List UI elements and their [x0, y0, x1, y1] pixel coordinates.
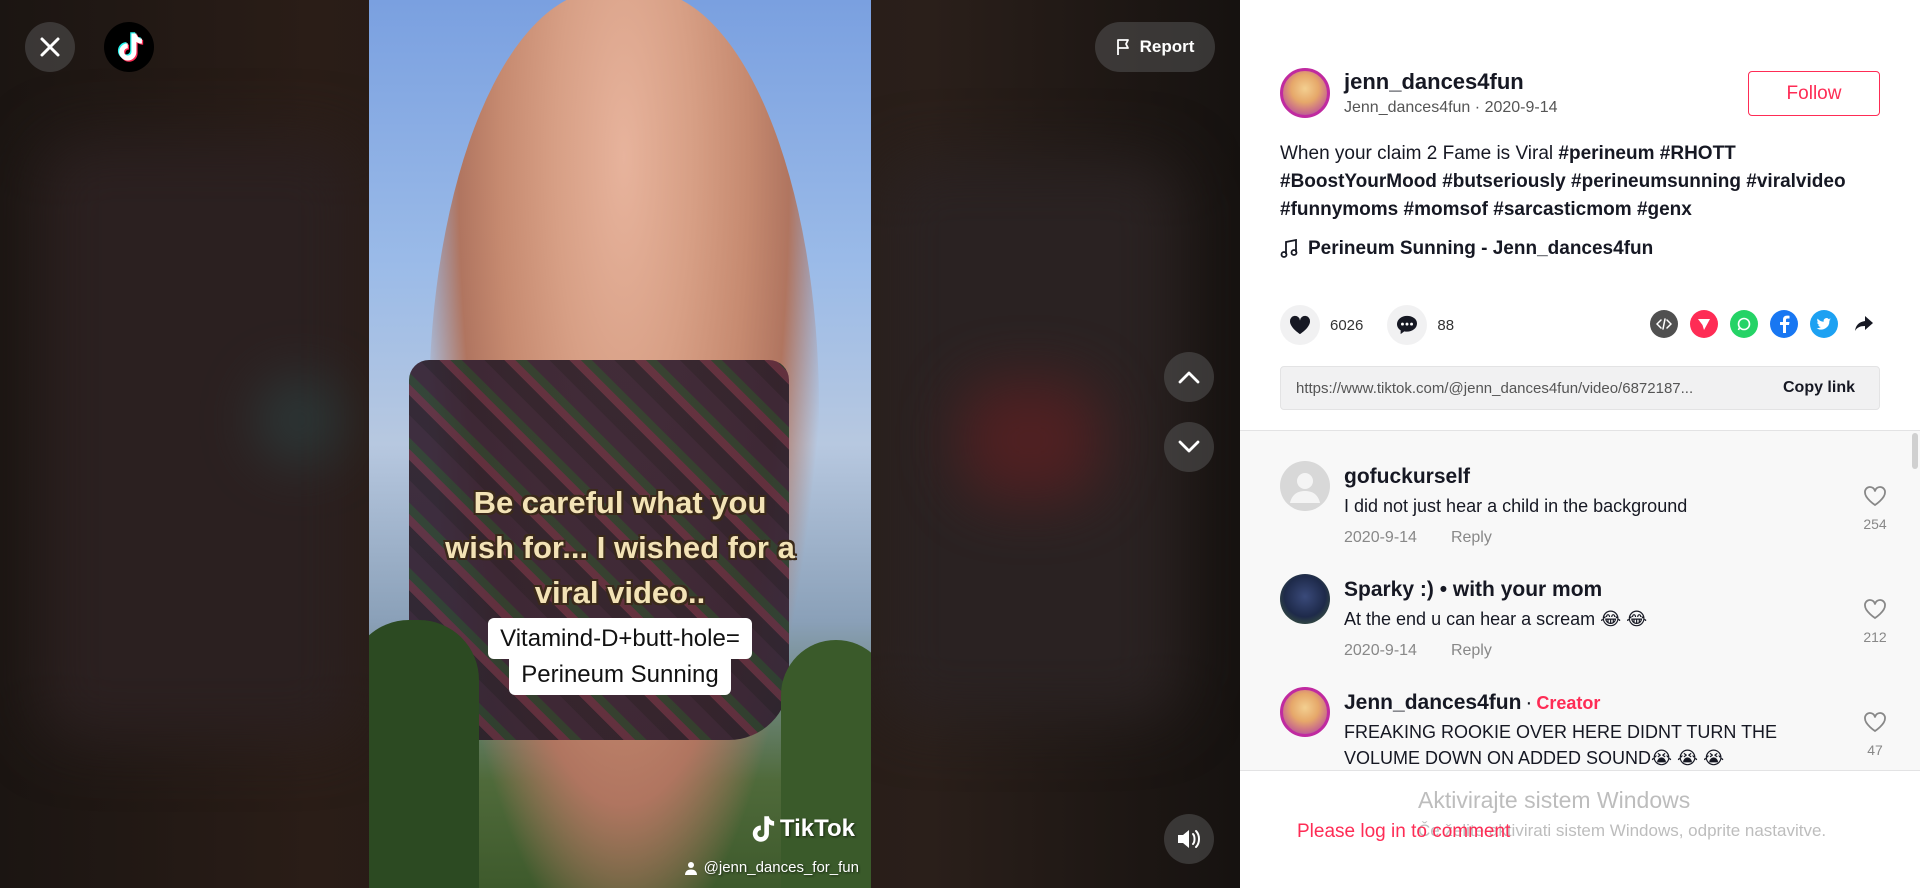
- music-link[interactable]: Perineum Sunning - Jenn_dances4fun: [1280, 238, 1653, 260]
- author-info[interactable]: jenn_dances4fun Jenn_dances4fun · 2020-9…: [1280, 68, 1558, 118]
- author-display-name: Jenn_dances4fun: [1344, 99, 1471, 116]
- chevron-up-icon: [1178, 371, 1200, 384]
- close-button[interactable]: [25, 22, 75, 72]
- watermark-user: @jenn_dances_for_fun: [684, 859, 859, 876]
- reply-button[interactable]: Reply: [1451, 642, 1492, 660]
- video-frame[interactable]: Be careful what you wish for... I wished…: [369, 0, 871, 888]
- hashtag[interactable]: #funnymoms: [1280, 199, 1398, 220]
- login-bar: Aktivirajte sistem Windows Če želite akt…: [1240, 770, 1920, 888]
- reply-button[interactable]: Reply: [1451, 529, 1492, 547]
- comment-username[interactable]: Jenn_dances4fun: [1344, 691, 1521, 714]
- comment-like-icon[interactable]: [1863, 485, 1887, 507]
- video-caption-line-2: wish for... I wished for a: [445, 530, 795, 565]
- comments-list[interactable]: gofuckurself I did not just hear a child…: [1240, 430, 1920, 770]
- hashtag[interactable]: #RHOTT: [1660, 143, 1736, 164]
- user-icon: [684, 861, 697, 875]
- scrollbar[interactable]: [1912, 433, 1918, 469]
- share-actions: [1650, 310, 1878, 338]
- separator-dot: ·: [1474, 99, 1485, 116]
- music-note-icon: [1280, 239, 1298, 258]
- hashtag[interactable]: #genx: [1637, 199, 1692, 220]
- comment-username-row: Jenn_dances4fun · Creator: [1344, 691, 1814, 715]
- author-username[interactable]: jenn_dances4fun: [1344, 69, 1558, 95]
- volume-icon: [1178, 830, 1200, 848]
- comment-avatar[interactable]: [1280, 461, 1330, 511]
- watermark-username: @jenn_dances_for_fun: [703, 859, 859, 876]
- next-video-button[interactable]: [1164, 422, 1214, 472]
- hashtag[interactable]: #perineumsunning: [1571, 171, 1741, 192]
- video-link-url[interactable]: https://www.tiktok.com/@jenn_dances4fun/…: [1281, 380, 1759, 397]
- tiktok-note-icon: [752, 816, 774, 842]
- video-details-panel: jenn_dances4fun Jenn_dances4fun · 2020-9…: [1240, 0, 1920, 888]
- tiktok-logo-icon: [117, 32, 144, 62]
- music-title: Perineum Sunning - Jenn_dances4fun: [1308, 238, 1654, 259]
- hashtag[interactable]: #momsof: [1404, 199, 1488, 220]
- hashtag[interactable]: #viralvideo: [1746, 171, 1845, 192]
- video-caption-line-3: viral video..: [534, 575, 706, 610]
- video-text-box-line-2: Perineum Sunning: [509, 654, 731, 695]
- previous-video-button[interactable]: [1164, 352, 1214, 402]
- default-avatar-icon: [1290, 473, 1320, 503]
- author-avatar[interactable]: [1280, 68, 1330, 118]
- comment-username[interactable]: gofuckurself: [1344, 465, 1814, 489]
- copy-link-box: https://www.tiktok.com/@jenn_dances4fun/…: [1280, 366, 1880, 410]
- heart-icon: [1289, 315, 1311, 335]
- creator-badge: Creator: [1536, 693, 1601, 713]
- comment-text: At the end u can hear a scream 😂 😂: [1344, 609, 1648, 629]
- whatsapp-icon[interactable]: [1730, 310, 1758, 338]
- comment-date: 2020-9-14: [1344, 642, 1417, 659]
- video-caption-line-1: Be careful what you: [473, 485, 767, 520]
- follow-button[interactable]: Follow: [1748, 71, 1880, 116]
- video-text-box-line-1: Vitamind-D+butt-hole=: [488, 618, 752, 659]
- comment-avatar[interactable]: [1280, 687, 1330, 737]
- volume-button[interactable]: [1164, 814, 1214, 864]
- twitter-icon[interactable]: [1810, 310, 1838, 338]
- comment-icon: [1397, 315, 1418, 335]
- comment-count: 88: [1437, 316, 1455, 334]
- facebook-icon[interactable]: [1770, 310, 1798, 338]
- comment-like-icon[interactable]: [1863, 598, 1887, 620]
- video-player-area[interactable]: Be careful what you wish for... I wished…: [0, 0, 1240, 888]
- flag-icon: [1116, 39, 1129, 55]
- comment-text: I did not just hear a child in the backg…: [1344, 496, 1688, 516]
- hashtag[interactable]: #sarcasticmom: [1493, 199, 1631, 220]
- engagement-stats: 6026 88: [1280, 305, 1454, 345]
- tiktok-logo-button[interactable]: [104, 22, 154, 72]
- windows-activation-title: Aktivirajte sistem Windows: [1418, 787, 1691, 813]
- report-label: Report: [1139, 37, 1195, 56]
- comment-like-count: 254: [1863, 516, 1887, 532]
- comment-like-icon[interactable]: [1863, 711, 1887, 733]
- close-icon: [40, 37, 60, 57]
- embed-icon[interactable]: [1650, 310, 1678, 338]
- comment-text: FREAKING ROOKIE OVER HERE DIDNT TURN THE…: [1344, 722, 1778, 768]
- share-arrow-icon[interactable]: [1850, 310, 1878, 338]
- video-description: When your claim 2 Fame is Viral #perineu…: [1280, 140, 1880, 224]
- copy-link-button[interactable]: Copy link: [1759, 379, 1879, 397]
- hashtag[interactable]: #perineum: [1558, 143, 1654, 164]
- separator-dot: ·: [1525, 691, 1533, 714]
- login-to-comment-link[interactable]: Please log in to comment: [1297, 821, 1510, 843]
- description-text: When your claim 2 Fame is Viral: [1280, 143, 1559, 164]
- comment-button[interactable]: [1387, 305, 1428, 345]
- hashtag[interactable]: #butseriously: [1442, 171, 1566, 192]
- send-to-friends-icon[interactable]: [1690, 310, 1718, 338]
- report-button[interactable]: Report: [1095, 22, 1215, 72]
- hashtag[interactable]: #BoostYourMood: [1280, 171, 1437, 192]
- comment-date: 2020-9-14: [1344, 529, 1417, 546]
- post-date: 2020-9-14: [1484, 99, 1558, 116]
- comment-like-count: 212: [1863, 629, 1887, 645]
- comment-username[interactable]: Sparky :) • with your mom: [1344, 578, 1814, 602]
- chevron-down-icon: [1178, 440, 1200, 453]
- watermark-text: TikTok: [779, 815, 855, 842]
- like-count: 6026: [1330, 316, 1364, 334]
- comment-like-count: 47: [1867, 742, 1883, 758]
- author-subline: Jenn_dances4fun · 2020-9-14: [1344, 99, 1558, 117]
- like-button[interactable]: [1280, 305, 1320, 345]
- tiktok-watermark: TikTok: [748, 814, 855, 844]
- comment-avatar[interactable]: [1280, 574, 1330, 624]
